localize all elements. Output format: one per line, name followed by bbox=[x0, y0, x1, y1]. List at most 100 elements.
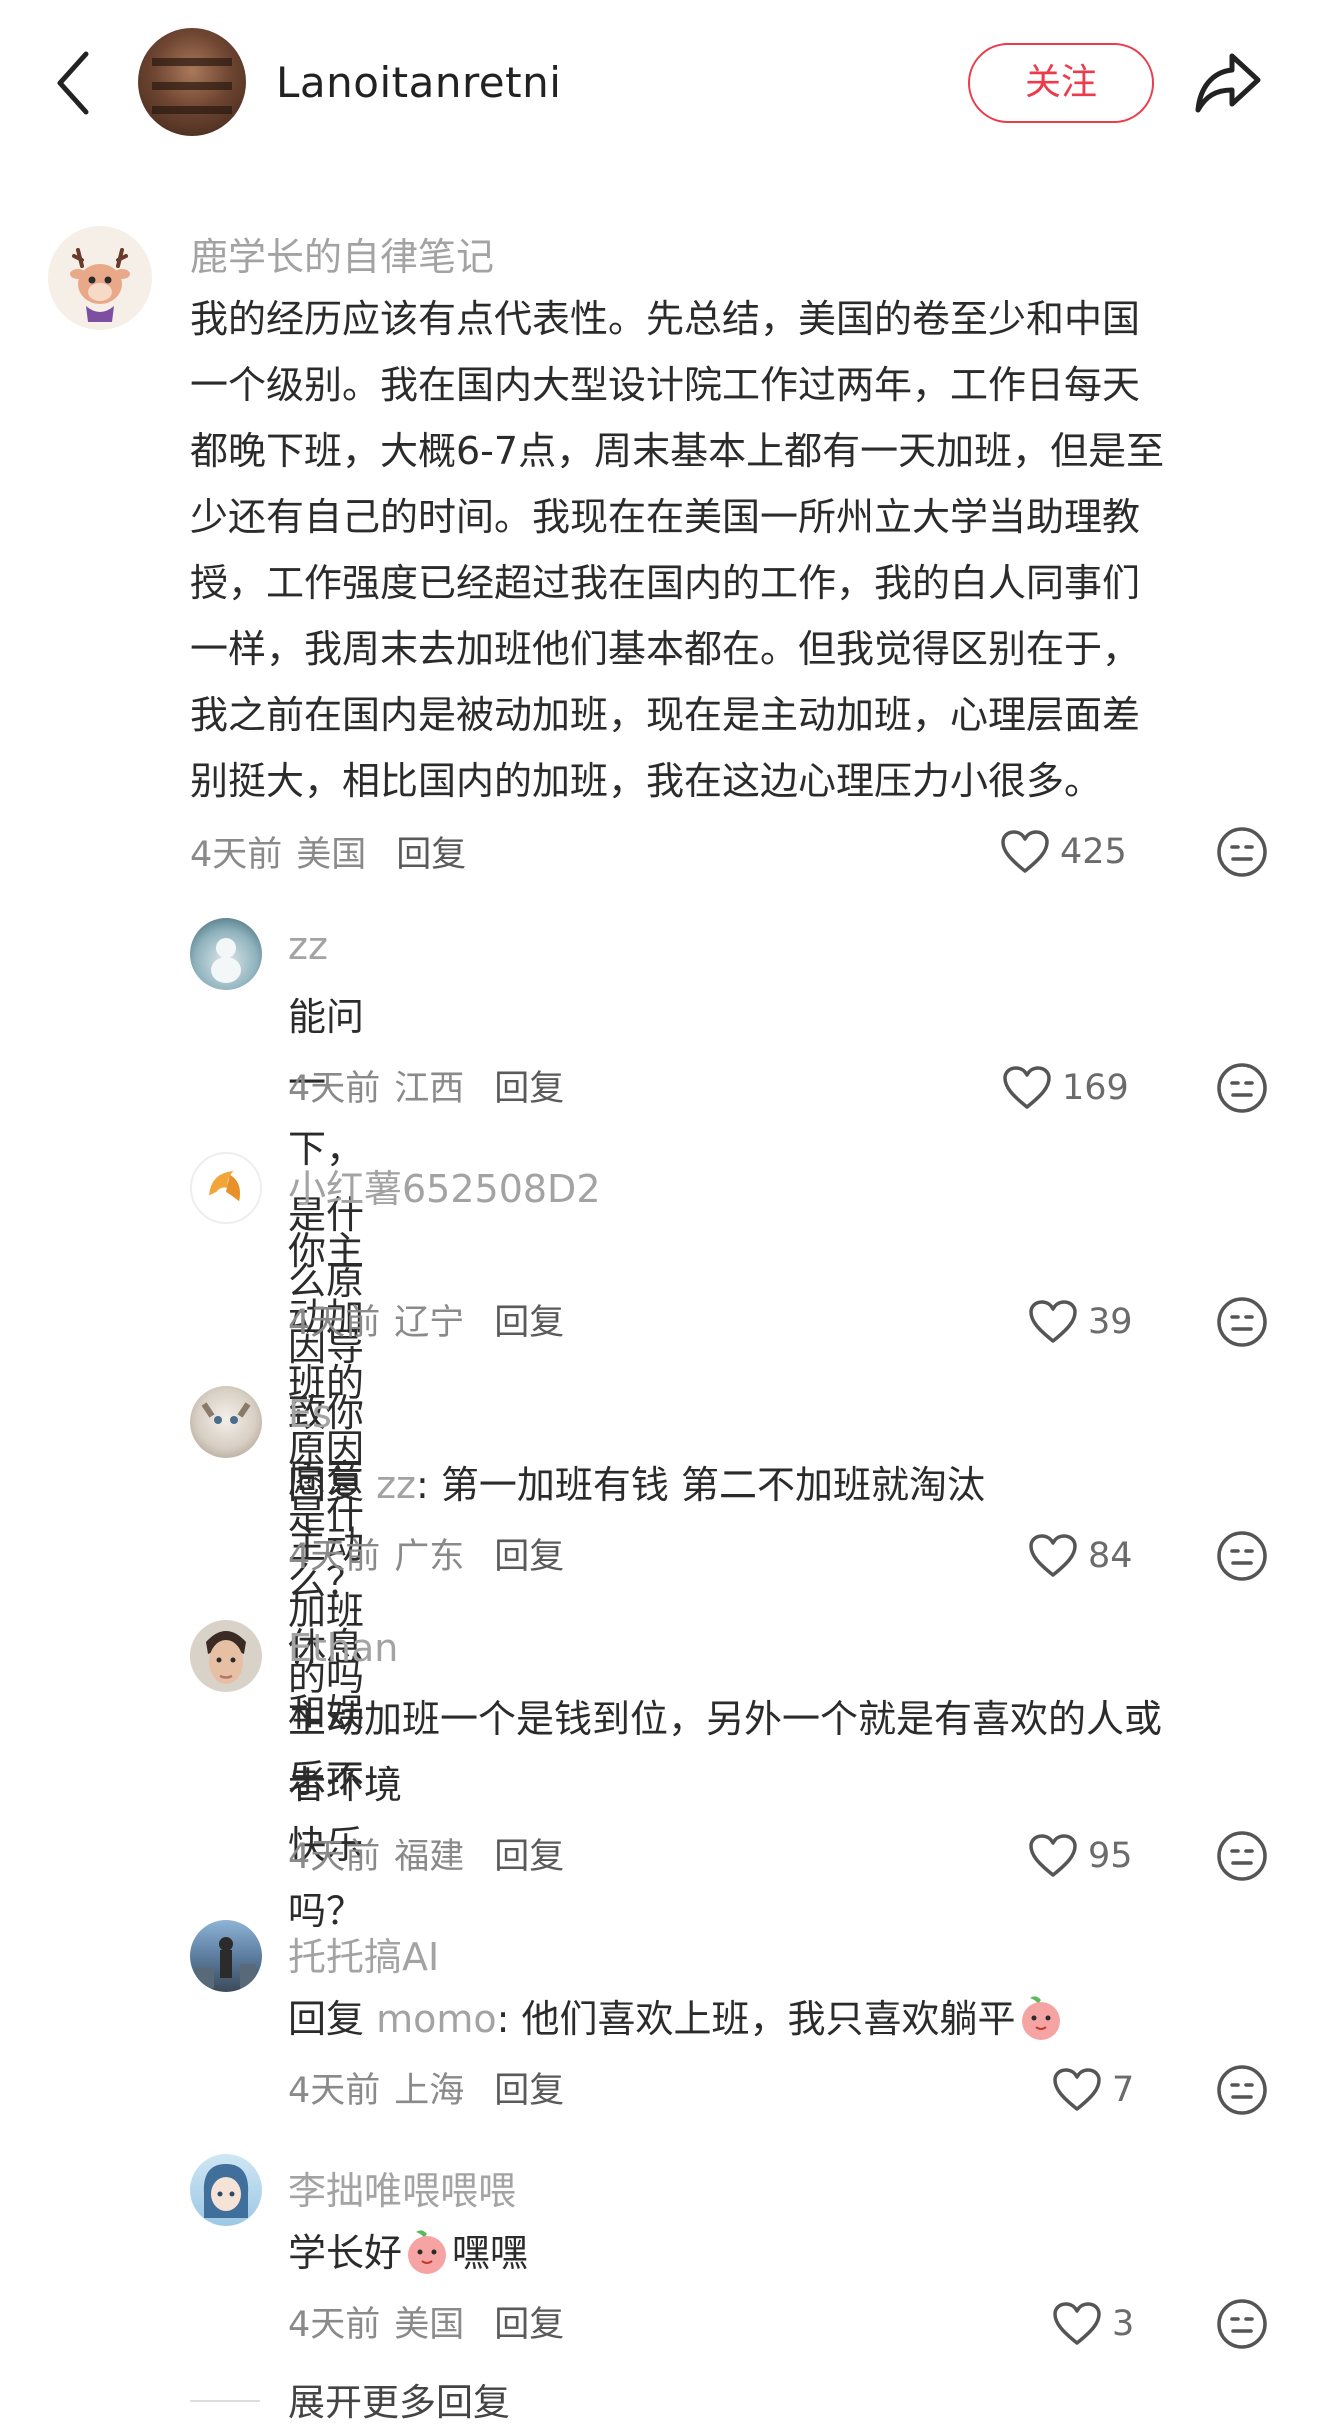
reply-meta: 4天前 美国 回复 bbox=[288, 2296, 564, 2347]
reply-text: 回复 momo: 他们喜欢上班，我只喜欢躺平 bbox=[288, 1986, 1066, 2052]
like-count: 425 bbox=[1060, 832, 1127, 872]
top-bar: Lanoitanretni 关注 bbox=[0, 0, 1320, 170]
reply-text: 学长好 嘿嘿 bbox=[288, 2220, 528, 2286]
anime-avatar[interactable] bbox=[190, 2154, 262, 2226]
reply-button[interactable]: 回复 bbox=[494, 2071, 564, 2111]
reply-author[interactable]: 李拙唯喂喂喂 bbox=[288, 2160, 516, 2215]
mentioned-user[interactable]: zz bbox=[376, 1463, 416, 1507]
reply-button[interactable]: 回复 bbox=[494, 1303, 564, 1343]
reply-location: 辽宁 bbox=[394, 1303, 465, 1343]
emoji-face-icon[interactable] bbox=[1216, 1830, 1268, 1882]
reply-button[interactable]: 回复 bbox=[494, 1069, 564, 1109]
heart-icon bbox=[1053, 2302, 1101, 2345]
like-count: 95 bbox=[1088, 1836, 1133, 1876]
emoji-face-icon[interactable] bbox=[1216, 2298, 1268, 2350]
reply-button[interactable]: 回复 bbox=[494, 1837, 564, 1877]
share-icon[interactable] bbox=[1192, 50, 1264, 116]
comment-line: 我之前在国内是被动加班，现在是主动加班，心理层面差 bbox=[190, 693, 1141, 737]
reply-time: 4天前 bbox=[288, 1069, 381, 1109]
reply-button[interactable]: 回复 bbox=[494, 1537, 564, 1577]
reply-meta: 4天前 上海 回复 bbox=[288, 2062, 564, 2113]
comment-line: 少还有自己的时间。我现在在美国一所州立大学当助理教 bbox=[190, 495, 1141, 539]
like-button[interactable]: 7 bbox=[1052, 2060, 1134, 2120]
follow-button[interactable]: 关注 bbox=[968, 43, 1154, 123]
like-button[interactable]: 84 bbox=[1028, 1526, 1133, 1586]
reply-meta: 4天前 福建 回复 bbox=[288, 1828, 564, 1879]
like-button[interactable]: 169 bbox=[1002, 1058, 1129, 1118]
comment-line: 我的经历应该有点代表性。先总结，美国的卷至少和中国 bbox=[190, 297, 1141, 341]
reply-button[interactable]: 回复 bbox=[396, 835, 466, 875]
comment-meta: 4天前 美国 回复 bbox=[190, 826, 466, 877]
comment-line: 都晚下班，大概6-7点，周末基本上都有一天加班，但是至 bbox=[190, 429, 1165, 473]
like-button[interactable]: 95 bbox=[1028, 1826, 1133, 1886]
heart-icon bbox=[1001, 830, 1049, 873]
emoji-face-icon[interactable] bbox=[1216, 1530, 1268, 1582]
author-avatar[interactable] bbox=[138, 28, 246, 136]
heart-icon bbox=[1029, 1300, 1077, 1343]
comment-time: 4天前 bbox=[190, 835, 283, 875]
reply-line: 主动加班一个是钱到位，另外一个就是有喜欢的人或 bbox=[288, 1697, 1163, 1741]
reply-prefix: 回复 bbox=[288, 1463, 377, 1507]
deer-avatar[interactable] bbox=[48, 226, 152, 330]
like-count: 84 bbox=[1088, 1536, 1133, 1576]
reply-avatar[interactable] bbox=[190, 918, 262, 990]
expand-divider bbox=[190, 2400, 260, 2402]
reply-time: 4天前 bbox=[288, 1537, 381, 1577]
reply-location: 美国 bbox=[394, 2305, 465, 2345]
reply-body: : 他们喜欢上班，我只喜欢躺平 bbox=[496, 1997, 1016, 2041]
like-button[interactable]: 39 bbox=[1028, 1292, 1133, 1352]
reply-time: 4天前 bbox=[288, 2305, 381, 2345]
like-button[interactable]: 425 bbox=[1000, 822, 1127, 882]
comment-line: 一样，我周末去加班他们基本都在。但我觉得区别在于， bbox=[190, 627, 1141, 671]
comment-line: 一个级别。我在国内大型设计院工作过两年，工作日每天 bbox=[190, 363, 1141, 407]
reply-author[interactable]: 托托搞AI bbox=[288, 1926, 439, 1981]
comment-text: 我的经历应该有点代表性。先总结，美国的卷至少和中国 一个级别。我在国内大型设计院… bbox=[190, 286, 1270, 814]
reply-prefix: 回复 bbox=[288, 1997, 377, 2041]
reply-location: 福建 bbox=[394, 1837, 465, 1877]
reply-time: 4天前 bbox=[288, 1837, 381, 1877]
reply-location: 江西 bbox=[394, 1069, 465, 1109]
reply-body: 学长好 bbox=[288, 2231, 403, 2275]
reply-text: 回复 zz: 第一加班有钱 第二不加班就淘汰 bbox=[288, 1452, 985, 1518]
like-count: 39 bbox=[1088, 1302, 1133, 1342]
like-count: 3 bbox=[1112, 2304, 1135, 2344]
reply-meta: 4天前 江西 回复 bbox=[288, 1060, 564, 1111]
reply-meta: 4天前 辽宁 回复 bbox=[288, 1294, 564, 1345]
reply-body: : 第一加班有钱 第二不加班就淘汰 bbox=[416, 1463, 985, 1507]
reply-location: 上海 bbox=[394, 2071, 465, 2111]
comment-author[interactable]: 鹿学长的自律笔记 bbox=[190, 226, 494, 281]
like-button[interactable]: 3 bbox=[1052, 2294, 1134, 2354]
emoji-face-icon[interactable] bbox=[1216, 826, 1268, 878]
emoji-face-icon[interactable] bbox=[1216, 1296, 1268, 1348]
comment-line: 别挺大，相比国内的加班，我在这边心理压力小很多。 bbox=[190, 759, 1103, 803]
croissant-avatar[interactable] bbox=[190, 1152, 262, 1224]
like-count: 7 bbox=[1112, 2070, 1135, 2110]
heart-icon bbox=[1029, 1834, 1077, 1877]
heart-icon bbox=[1003, 1066, 1051, 1109]
author-username[interactable]: Lanoitanretni bbox=[276, 58, 561, 107]
scene-avatar[interactable] bbox=[190, 1920, 262, 1992]
reply-author[interactable]: zz bbox=[288, 924, 328, 968]
reply-text: 主动加班一个是钱到位，另外一个就是有喜欢的人或 者环境 bbox=[288, 1686, 1268, 1818]
reply-meta: 4天前 广东 回复 bbox=[288, 1528, 564, 1579]
comment-location: 美国 bbox=[296, 835, 367, 875]
cat-avatar[interactable] bbox=[190, 1386, 262, 1458]
peach-emoji bbox=[408, 2230, 447, 2274]
reply-time: 4天前 bbox=[288, 2071, 381, 2111]
reply-line: 者环境 bbox=[288, 1763, 403, 1807]
emoji-face-icon[interactable] bbox=[1216, 1062, 1268, 1114]
reply-author[interactable]: Es bbox=[288, 1392, 332, 1436]
portrait-avatar[interactable] bbox=[190, 1620, 262, 1692]
back-arrow-icon[interactable] bbox=[50, 48, 96, 118]
reply-body-suffix: 嘿嘿 bbox=[452, 2231, 529, 2275]
mentioned-user[interactable]: momo bbox=[376, 1997, 497, 2041]
expand-more-replies[interactable]: 展开更多回复 bbox=[288, 2372, 510, 2426]
emoji-face-icon[interactable] bbox=[1216, 2064, 1268, 2116]
reply-button[interactable]: 回复 bbox=[494, 2305, 564, 2345]
comment-line: 授，工作强度已经超过我在国内的工作，我的白人同事们 bbox=[190, 561, 1141, 605]
heart-icon bbox=[1029, 1534, 1077, 1577]
reply-author[interactable]: 小红薯652508D2 bbox=[288, 1158, 601, 1213]
peach-emoji bbox=[1021, 1996, 1060, 2040]
reply-author[interactable]: Ethan bbox=[288, 1626, 398, 1670]
reply-location: 广东 bbox=[394, 1537, 465, 1577]
